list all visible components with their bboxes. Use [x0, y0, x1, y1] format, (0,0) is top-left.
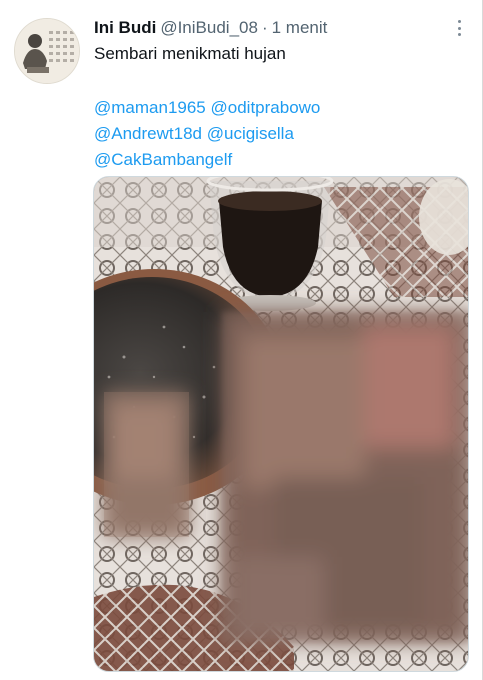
- mention-link[interactable]: @CakBambangelf: [94, 150, 232, 169]
- tweet-text: Sembari menikmati hujan: [94, 44, 286, 63]
- avatar[interactable]: [14, 18, 80, 84]
- mention-link[interactable]: @oditprabowo: [211, 98, 321, 117]
- mention-row: @maman1965 @oditprabowo: [94, 95, 464, 121]
- user-handle[interactable]: @IniBudi_08: [160, 18, 258, 38]
- separator-dot: ·: [261, 18, 268, 37]
- timestamp[interactable]: 1 menit: [272, 18, 328, 38]
- display-name[interactable]: Ini Budi: [94, 18, 156, 38]
- mention-link[interactable]: @maman1965: [94, 98, 206, 117]
- mention-link[interactable]: @Andrewt18d: [94, 124, 202, 143]
- tweet-photo[interactable]: [93, 176, 469, 672]
- mention-list: @maman1965 @oditprabowo @Andrewt18d @uci…: [94, 95, 464, 173]
- mention-link[interactable]: @ucigisella: [207, 124, 294, 143]
- mention-row: @Andrewt18d @ucigisella: [94, 121, 464, 147]
- tweet-header: Ini Budi @IniBudi_08 · 1 menit: [94, 16, 463, 40]
- photo-illustration: [94, 177, 468, 671]
- more-vertical-icon[interactable]: [451, 18, 467, 38]
- mention-row: @CakBambangelf: [94, 147, 464, 173]
